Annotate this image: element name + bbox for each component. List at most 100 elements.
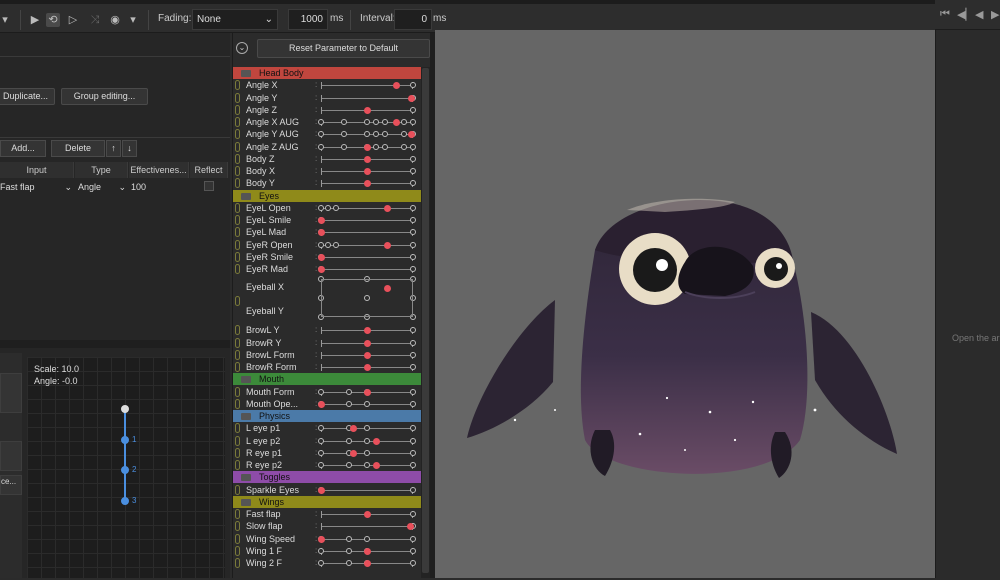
param-knob[interactable]	[407, 94, 415, 102]
link-icon[interactable]	[235, 521, 240, 532]
dropdown-arrow-icon[interactable]: ▾	[0, 13, 10, 27]
keyform-dot[interactable]	[318, 143, 324, 150]
keyform-dot[interactable]	[332, 241, 339, 248]
keyform-dot[interactable]	[373, 119, 380, 125]
param-knob[interactable]	[317, 266, 325, 273]
add-button[interactable]: Add...	[0, 140, 46, 157]
keyform-dot[interactable]	[318, 560, 324, 566]
param-row[interactable]: EyeR Mad:	[233, 263, 421, 275]
column-effectiveness[interactable]: Effectivenes...	[129, 162, 189, 178]
keyform-dot[interactable]	[410, 168, 416, 174]
reflect-checkbox[interactable]	[204, 181, 214, 191]
keyform-dot[interactable]	[410, 82, 416, 89]
record-icon[interactable]: ◉	[108, 13, 122, 27]
link-icon[interactable]	[235, 447, 240, 458]
side-list-item[interactable]: ce...	[0, 475, 22, 495]
keyform-dot[interactable]	[364, 449, 370, 456]
param-slider-track[interactable]	[321, 220, 413, 221]
keyform-dot[interactable]	[364, 400, 370, 407]
type-select[interactable]: Angle ⌄	[78, 180, 128, 194]
side-list-item[interactable]	[0, 441, 22, 471]
keyform-dot[interactable]	[318, 131, 324, 138]
keyform-dot[interactable]	[382, 143, 389, 150]
keyform-dot[interactable]	[341, 143, 347, 150]
param-row[interactable]: Slow flap:	[233, 520, 421, 532]
keyform-dot[interactable]	[318, 462, 324, 468]
param-knob[interactable]	[363, 339, 371, 347]
link-icon[interactable]	[235, 423, 240, 434]
param-knob[interactable]	[407, 131, 415, 139]
step-back-icon[interactable]: ◀	[975, 8, 983, 21]
keyform-dot[interactable]	[410, 351, 416, 358]
link-icon[interactable]	[235, 325, 240, 336]
param-row[interactable]: Angle Y AUG:	[233, 128, 421, 140]
keyform-dot[interactable]	[373, 131, 380, 138]
move-up-button[interactable]: ↑	[106, 140, 121, 157]
link-icon[interactable]	[235, 264, 240, 274]
keyform-dot[interactable]	[325, 204, 332, 211]
loop-icon[interactable]: ⟲	[46, 13, 60, 27]
param-knob[interactable]	[363, 180, 371, 188]
keyform-dot[interactable]	[345, 437, 352, 444]
keyform-dot[interactable]	[318, 449, 324, 456]
param-row[interactable]: L eye p1:	[233, 422, 421, 434]
param-row[interactable]: EyeL Smile:	[233, 214, 421, 226]
param-row[interactable]: Body Z:	[233, 153, 421, 165]
keyform-dot[interactable]	[318, 241, 324, 248]
keyform-dot[interactable]	[410, 217, 416, 223]
keyform-dot[interactable]	[410, 119, 416, 125]
fading-select[interactable]: None ⌄	[192, 9, 278, 30]
skip-start-icon[interactable]: ⏮	[940, 8, 950, 21]
keyform-dot[interactable]	[318, 425, 324, 432]
keyform-dot[interactable]	[410, 462, 416, 468]
graph-point-origin[interactable]	[121, 405, 129, 413]
link-icon[interactable]	[235, 558, 240, 568]
param-knob[interactable]	[317, 486, 325, 494]
param-row[interactable]: Wing 2 F:	[233, 557, 421, 569]
keyform-dot[interactable]	[410, 388, 416, 395]
keyform-dot[interactable]	[410, 547, 416, 554]
param-row[interactable]: Angle Y:	[233, 92, 421, 104]
keyform-dot[interactable]	[341, 119, 347, 125]
link-icon[interactable]	[235, 386, 240, 397]
param-group-header[interactable]: Eyes	[233, 189, 421, 202]
link-icon[interactable]	[235, 435, 240, 446]
param-row[interactable]: Wing 1 F:	[233, 545, 421, 557]
keyform-dot[interactable]	[364, 437, 370, 444]
param-group-header[interactable]: Wings	[233, 495, 421, 508]
param-row[interactable]: Mouth Ope...:	[233, 398, 421, 410]
link-icon[interactable]	[235, 141, 240, 152]
keyform-dot[interactable]	[410, 449, 416, 456]
param-row[interactable]: EyeL Mad:	[233, 226, 421, 238]
keyform-dot[interactable]	[318, 204, 324, 211]
graph-point[interactable]	[121, 466, 129, 474]
keyform-dot[interactable]	[410, 511, 416, 517]
link-icon[interactable]	[235, 178, 240, 189]
keyform-dot[interactable]	[410, 180, 416, 187]
keyform-dot[interactable]	[410, 253, 416, 260]
param-slider-track[interactable]	[321, 526, 413, 528]
link-icon[interactable]	[235, 92, 240, 103]
param-slider-track[interactable]	[321, 256, 413, 258]
link-icon[interactable]	[235, 349, 240, 360]
param-slider-track[interactable]	[321, 489, 413, 491]
reset-parameter-button[interactable]: Reset Parameter to Default	[257, 39, 430, 58]
keyform-dot[interactable]	[410, 339, 416, 346]
keyform-dot[interactable]	[410, 155, 416, 162]
keyform-dot[interactable]	[373, 143, 380, 150]
param-row[interactable]: Angle X AUG:	[233, 116, 421, 128]
keyform-dot[interactable]	[332, 204, 339, 211]
param-row[interactable]: Sparkle Eyes:	[233, 484, 421, 496]
delete-button[interactable]: Delete	[51, 140, 105, 157]
keyform-dot[interactable]	[364, 425, 370, 432]
param-knob[interactable]	[363, 327, 371, 335]
move-down-button[interactable]: ↓	[122, 140, 137, 157]
param-row[interactable]: BrowL Form:	[233, 349, 421, 361]
param-group-header[interactable]: Toggles	[233, 471, 421, 484]
param-knob[interactable]	[363, 547, 371, 555]
keyform-dot[interactable]	[325, 241, 332, 248]
link-icon[interactable]	[235, 166, 240, 176]
param-slider-track[interactable]	[321, 232, 413, 234]
param-row[interactable]: EyeR Open:	[233, 239, 421, 251]
keyform-dot[interactable]	[318, 388, 324, 395]
